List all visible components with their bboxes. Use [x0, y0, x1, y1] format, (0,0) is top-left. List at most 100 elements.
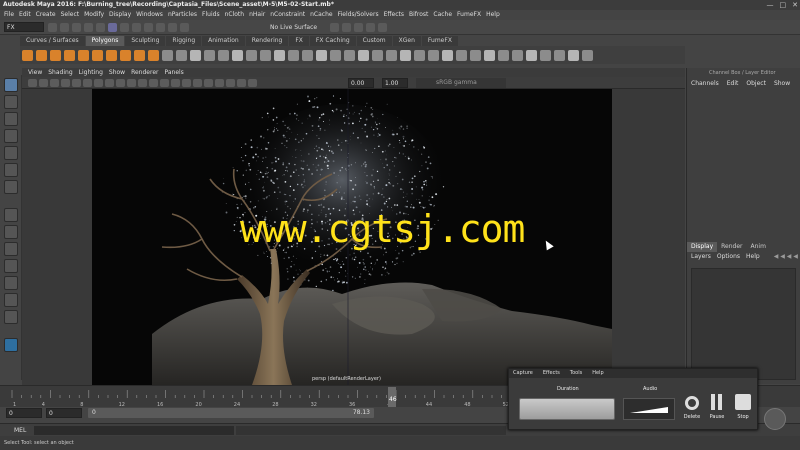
persp-outliner-layout-icon[interactable] — [3, 259, 18, 273]
hypershade-layout-icon[interactable] — [3, 310, 18, 324]
side-by-side-layout-icon[interactable] — [3, 242, 18, 256]
playback-start-field[interactable]: 0 — [46, 408, 82, 418]
snap-curve-icon[interactable] — [156, 23, 165, 32]
select-by-component-icon[interactable] — [132, 23, 141, 32]
panel-grid-icon[interactable] — [61, 79, 70, 87]
shelf-smooth-icon[interactable] — [218, 49, 229, 61]
tab-polygons[interactable]: Polygons — [85, 36, 125, 46]
exposure-field[interactable]: 0.00 — [348, 78, 374, 88]
shelf-planar-map-icon[interactable] — [414, 49, 425, 61]
menu-cache[interactable]: Cache — [433, 10, 452, 20]
tab-anim-layers[interactable]: Anim — [747, 242, 770, 252]
panel-ao-icon[interactable] — [127, 79, 136, 87]
open-scene-icon[interactable] — [60, 23, 69, 32]
shelf-mirror-icon[interactable] — [246, 49, 257, 61]
panel-resolution-gate-icon[interactable] — [204, 79, 213, 87]
layer-menu-help[interactable]: Help — [746, 252, 760, 262]
minimize-button[interactable]: — — [767, 1, 774, 9]
panel-aa-icon[interactable] — [149, 79, 158, 87]
stop-button[interactable]: Stop — [733, 414, 753, 420]
shelf-auto-map-icon[interactable] — [428, 49, 439, 61]
shelf-uv-editor-icon[interactable] — [400, 49, 411, 61]
save-scene-icon[interactable] — [72, 23, 81, 32]
menu-edit[interactable]: Edit — [19, 10, 31, 20]
panel-menu-panels[interactable]: Panels — [164, 68, 183, 77]
menuset-dropdown[interactable]: FX — [4, 22, 44, 32]
shelf-combine-icon[interactable] — [190, 49, 201, 61]
panel-safe-action-icon[interactable] — [237, 79, 246, 87]
shelf-bend-icon[interactable] — [470, 49, 481, 61]
panel-wireframe-icon[interactable] — [72, 79, 81, 87]
panel-xray-components-icon[interactable] — [193, 79, 202, 87]
menu-windows[interactable]: Windows — [136, 10, 163, 20]
panel-gate-mask-icon[interactable] — [215, 79, 224, 87]
panel-bookmark-icon[interactable] — [50, 79, 59, 87]
panel-image-plane-icon[interactable] — [39, 79, 48, 87]
tab-display-layers[interactable]: Display — [687, 242, 718, 252]
mel-label[interactable]: MEL — [14, 426, 26, 435]
channel-menu-object[interactable]: Object — [746, 78, 766, 90]
capture-menu-capture[interactable]: Capture — [513, 369, 533, 378]
layer-menu-layers[interactable]: Layers — [691, 252, 711, 262]
shelf-insert-edge-icon[interactable] — [372, 49, 383, 61]
channel-menu-edit[interactable]: Edit — [727, 78, 739, 90]
shelf-fume-icon[interactable] — [484, 49, 495, 61]
hypershade-icon[interactable] — [378, 23, 387, 32]
menu-fumefx[interactable]: FumeFX — [457, 10, 481, 20]
shelf-pipe-icon[interactable] — [162, 49, 173, 61]
shelf-ft-icon[interactable] — [568, 49, 579, 61]
menu-fluids[interactable]: Fluids — [202, 10, 220, 20]
select-by-hierarchy-icon[interactable] — [108, 23, 117, 32]
shelf-cp-icon[interactable] — [582, 49, 593, 61]
gamma-field[interactable]: 1.00 — [382, 78, 408, 88]
shelf-cache-icon[interactable] — [512, 49, 523, 61]
panel-motion-blur-icon[interactable] — [138, 79, 147, 87]
shelf-platonic-icon[interactable] — [120, 49, 131, 61]
rotate-tool-icon[interactable] — [3, 146, 18, 160]
tab-custom[interactable]: Custom — [356, 36, 392, 46]
layer-menu-options[interactable]: Options — [717, 252, 740, 262]
live-surface-label[interactable]: No Live Surface — [270, 23, 317, 32]
menu-modify[interactable]: Modify — [84, 10, 104, 20]
render-current-frame-icon[interactable] — [342, 23, 351, 32]
panel-menu-show[interactable]: Show — [109, 68, 125, 77]
snap-surface-icon[interactable] — [180, 23, 189, 32]
channel-menu-channels[interactable]: Channels — [691, 78, 719, 90]
panel-menu-lighting[interactable]: Lighting — [79, 68, 103, 77]
shelf-light-probe-icon[interactable] — [554, 49, 565, 61]
shelf-separate-icon[interactable] — [204, 49, 215, 61]
menu-create[interactable]: Create — [36, 10, 56, 20]
shelf-sphere-icon[interactable] — [22, 49, 33, 61]
select-by-object-icon[interactable] — [120, 23, 129, 32]
shelf-plane-icon[interactable] — [78, 49, 89, 61]
panel-xray-icon[interactable] — [171, 79, 180, 87]
capture-menu-help[interactable]: Help — [592, 369, 603, 378]
scale-tool-icon[interactable] — [3, 163, 18, 177]
tab-animation[interactable]: Animation — [202, 36, 245, 46]
tab-fx[interactable]: FX — [289, 36, 309, 46]
animation-start-field[interactable]: 0 — [6, 408, 42, 418]
move-tool-icon[interactable] — [3, 129, 18, 143]
shelf-lattice-icon[interactable] — [456, 49, 467, 61]
shelf-cube-icon[interactable] — [36, 49, 47, 61]
undo-icon[interactable] — [84, 23, 93, 32]
panel-menu-view[interactable]: View — [28, 68, 42, 77]
shelf-helix-icon[interactable] — [176, 49, 187, 61]
four-view-layout-icon[interactable] — [3, 225, 18, 239]
tab-rigging[interactable]: Rigging — [166, 36, 202, 46]
shelf-cone-icon[interactable] — [64, 49, 75, 61]
shelf-extrude-icon[interactable] — [288, 49, 299, 61]
channel-menu-show[interactable]: Show — [774, 78, 790, 90]
menu-select[interactable]: Select — [61, 10, 80, 20]
panel-shadows-icon[interactable] — [116, 79, 125, 87]
shelf-multicut-icon[interactable] — [316, 49, 327, 61]
panel-safe-title-icon[interactable] — [248, 79, 257, 87]
shelf-target-weld-icon[interactable] — [330, 49, 341, 61]
single-view-layout-icon[interactable] — [3, 208, 18, 222]
audio-meter[interactable] — [623, 398, 675, 420]
tab-fumefx[interactable]: FumeFX — [421, 36, 458, 46]
capture-menu-tools[interactable]: Tools — [570, 369, 582, 378]
color-space-dropdown[interactable]: sRGB gamma — [416, 78, 506, 88]
last-tool-icon[interactable] — [3, 180, 18, 194]
tab-curves-surfaces[interactable]: Curves / Surfaces — [20, 36, 85, 46]
